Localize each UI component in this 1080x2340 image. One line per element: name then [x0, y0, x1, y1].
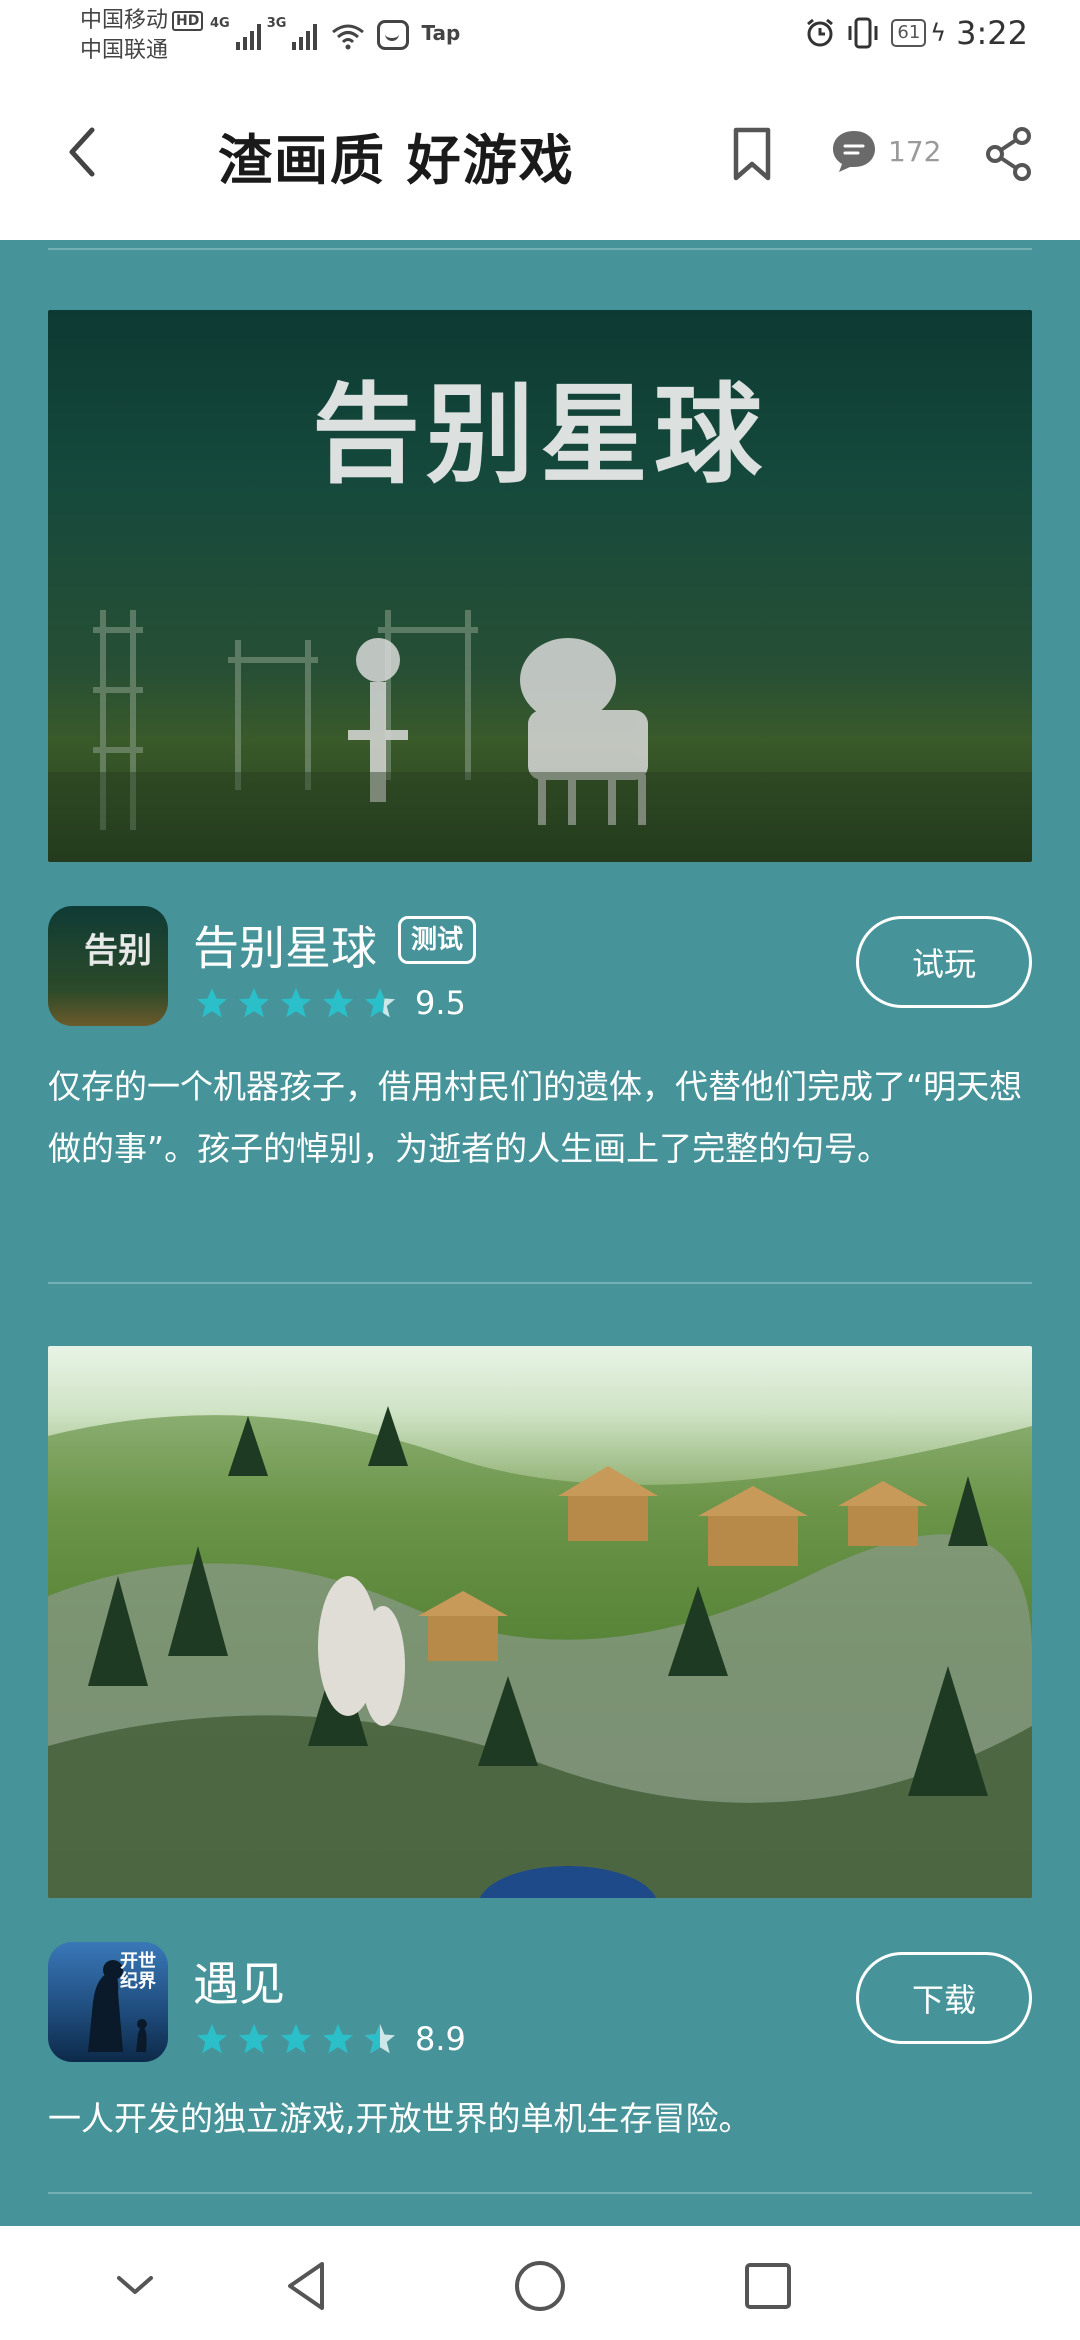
hd-badge: HD — [172, 11, 204, 31]
rating-stars: 9.5 — [193, 984, 466, 1022]
game-description: 仅存的一个机器孩子，借用村民们的遗体，代替他们完成了“明天想做的事”。孩子的悼别… — [48, 1067, 1023, 1168]
clock: 3:22 — [956, 14, 1028, 52]
star-half-icon — [365, 2024, 395, 2054]
back-button[interactable] — [58, 122, 106, 182]
charging-icon: ϟ — [930, 19, 947, 47]
bookmark-button[interactable] — [728, 124, 776, 184]
carrier-1: 中国移动 — [80, 8, 169, 33]
vibrate-icon — [848, 17, 878, 49]
game-list: 告别星球 告别 告别星球 测试 9.5 试玩 仅存的一个机器孩子，借用村民们的遗… — [0, 240, 1080, 2226]
star-icon — [197, 2024, 227, 2054]
star-icon — [281, 2024, 311, 2054]
carrier-info: 中国移动 HD 中国联通 — [80, 6, 204, 66]
try-play-button[interactable]: 试玩 — [856, 916, 1032, 1008]
app-icon-text: 开世 纪界 — [120, 1951, 156, 1992]
game-info-row: 告别 告别星球 测试 9.5 试玩 — [48, 906, 1032, 1036]
comment-button[interactable]: 172 — [830, 128, 941, 174]
top-bar: 渣画质 好游戏 172 — [0, 72, 1080, 240]
game-banner[interactable] — [48, 1346, 1032, 1898]
rating-stars: 8.9 — [193, 2020, 466, 2058]
tap-label: Tap — [421, 21, 461, 45]
nav-back-icon[interactable] — [278, 2256, 338, 2316]
star-icon — [197, 988, 227, 1018]
status-bar: 中国移动 HD 中国联通 4G 3G Tap 61 ϟ 3:22 — [0, 0, 1080, 72]
system-nav-bar — [0, 2226, 1080, 2340]
page-title: 渣画质 好游戏 — [218, 129, 575, 192]
game-name[interactable]: 遇见 — [193, 1948, 285, 2014]
game-description: 一人开发的独立游戏,开放世界的单机生存冒险。 — [48, 2099, 752, 2138]
chevron-down-icon[interactable] — [105, 2256, 165, 2316]
comment-count: 172 — [888, 134, 942, 168]
game-banner[interactable]: 告别星球 — [48, 310, 1032, 862]
net-type-2: 3G — [266, 16, 287, 31]
game-name[interactable]: 告别星球 — [193, 912, 377, 978]
banner-art — [48, 610, 1032, 862]
app-icon[interactable]: 告别 — [48, 906, 168, 1026]
network-indicators: 4G 3G Tap — [210, 16, 460, 50]
star-icon — [239, 988, 269, 1018]
app-icon-text: 告别 — [84, 931, 152, 971]
banner-art — [48, 1406, 1032, 1898]
star-icon — [323, 2024, 353, 2054]
comment-icon — [833, 131, 875, 172]
nav-home-icon[interactable] — [510, 2256, 570, 2316]
app-icon[interactable]: 开世 纪界 — [48, 1942, 168, 2062]
star-icon — [239, 2024, 269, 2054]
signal-icon — [292, 24, 318, 50]
signal-icon — [235, 24, 261, 50]
download-button[interactable]: 下载 — [856, 1952, 1032, 2044]
carrier-2: 中国联通 — [80, 38, 169, 63]
wifi-icon — [332, 24, 365, 50]
star-icon — [281, 988, 311, 1018]
star-icon — [323, 988, 353, 1018]
divider — [48, 2192, 1032, 2194]
divider — [48, 248, 1032, 250]
share-button[interactable] — [984, 126, 1034, 182]
battery-icon: 61 — [891, 19, 927, 47]
status-right: 61 ϟ 3:22 — [805, 14, 1028, 52]
nav-recents-icon[interactable] — [738, 2256, 798, 2316]
tap-app-icon — [377, 20, 410, 50]
divider — [48, 1282, 1032, 1284]
game-info-row: 开世 纪界 遇见 8.9 下载 — [48, 1942, 1032, 2072]
star-icon — [365, 988, 395, 1018]
test-badge: 测试 — [398, 916, 477, 964]
net-type-1: 4G — [210, 16, 230, 31]
alarm-icon — [807, 18, 834, 47]
rating-value: 9.5 — [415, 984, 466, 1022]
rating-value: 8.9 — [415, 2020, 466, 2058]
